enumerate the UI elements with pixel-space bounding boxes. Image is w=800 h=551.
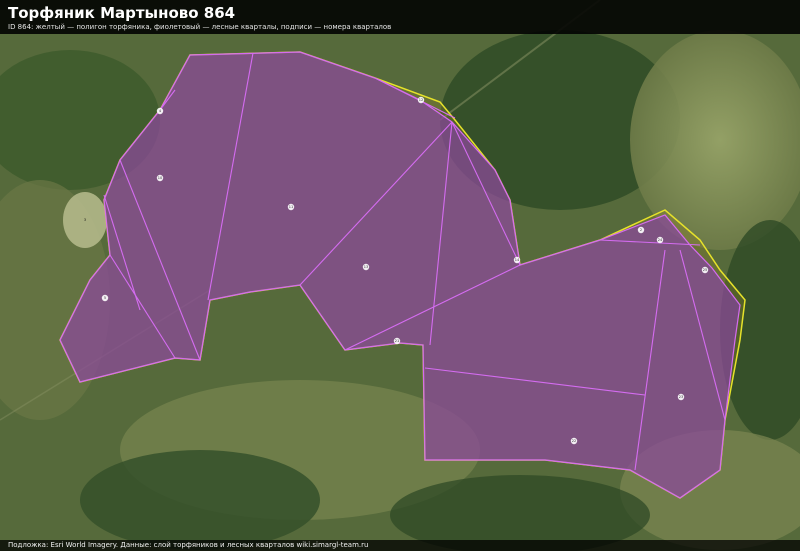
svg-text:25: 25 (703, 268, 707, 272)
svg-text:11: 11 (289, 205, 293, 209)
quarter-label: 3 (84, 218, 86, 222)
svg-text:23: 23 (679, 395, 683, 399)
svg-text:5: 5 (104, 296, 106, 300)
map-subtitle: ID 864: желтый — полигон торфяника, фиол… (8, 23, 392, 31)
svg-text:22: 22 (572, 439, 576, 443)
svg-text:24: 24 (658, 238, 663, 242)
attribution-text: Подложка: Esri World Imagery. Данные: сл… (8, 541, 369, 549)
svg-text:12: 12 (419, 98, 423, 102)
quarter-label: 12 (417, 96, 425, 104)
quarter-label: 10 (156, 174, 164, 182)
map-canvas[interactable]: 4 10 11 12 5 13 14 21 2 22 23 24 25 3 (0, 0, 800, 551)
quarter-label: 13 (362, 263, 370, 271)
map-title: Торфяник Мартыново 864 (8, 4, 236, 22)
svg-text:10: 10 (158, 176, 162, 180)
quarter-label: 2 (637, 226, 645, 234)
quarter-label: 24 (656, 236, 664, 244)
svg-text:2: 2 (640, 228, 642, 232)
quarter-label: 21 (393, 337, 401, 345)
quarter-label: 22 (570, 437, 578, 445)
svg-text:13: 13 (364, 265, 368, 269)
map-header: Торфяник Мартыново 864 ID 864: желтый — … (0, 0, 800, 34)
quarter-label: 5 (101, 294, 109, 302)
quarter-label: 14 (513, 256, 521, 264)
svg-text:21: 21 (395, 339, 399, 343)
map-footer: Подложка: Esri World Imagery. Данные: сл… (0, 540, 800, 551)
svg-text:3: 3 (84, 218, 86, 222)
quarter-label: 4 (156, 107, 164, 115)
quarter-label: 23 (677, 393, 685, 401)
svg-text:14: 14 (515, 258, 520, 262)
quarter-label: 11 (287, 203, 295, 211)
quarter-label: 25 (701, 266, 709, 274)
